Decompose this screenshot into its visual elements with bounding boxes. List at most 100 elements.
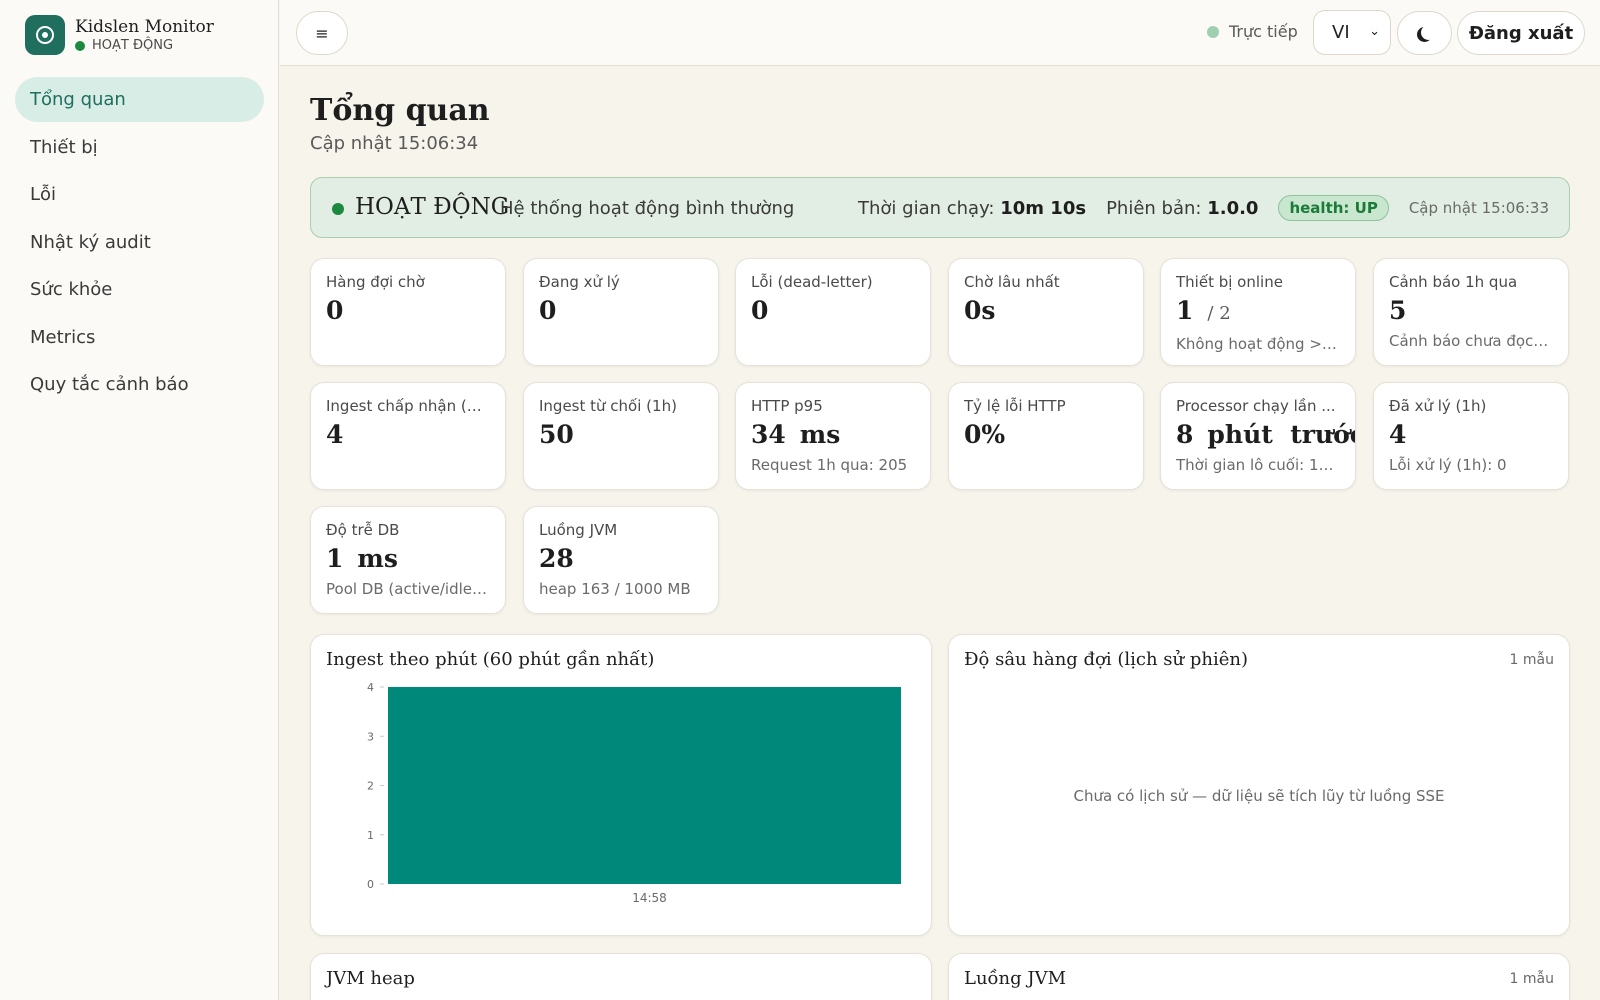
metric-value: 0	[326, 296, 344, 325]
metric-label: Cảnh báo 1h qua	[1389, 273, 1518, 291]
metric-sub: heap 163 / 1000 MB	[539, 580, 691, 598]
app-logo-icon	[25, 15, 65, 55]
metric-card-alerts-1h: Cảnh báo 1h qua 5 Cảnh báo chưa đọc: ...	[1373, 258, 1569, 366]
metric-value: 0	[751, 296, 769, 325]
metric-card-ingest-rejected: Ingest từ chối (1h) 50	[523, 382, 719, 490]
metric-value: 34 ms	[751, 420, 915, 450]
logout-button[interactable]: Đăng xuất	[1457, 11, 1585, 55]
metric-label: Đã xử lý (1h)	[1389, 397, 1487, 415]
uptime-value: 10m 10s	[1000, 197, 1087, 219]
moon-icon	[1421, 25, 1436, 40]
metric-card-longest-wait: Chờ lâu nhất 0s	[948, 258, 1144, 366]
sidebar-item-devices[interactable]: Thiết bị	[15, 125, 264, 170]
metric-value: 28	[539, 544, 574, 573]
metric-sub: Lỗi xử lý (1h): 0	[1389, 456, 1507, 474]
uptime-label: Thời gian chạy:	[858, 197, 995, 219]
metric-label: Ingest chấp nhận (1h)	[326, 397, 490, 415]
metric-value: 50	[539, 420, 574, 449]
brand[interactable]: Kidslen Monitor HOẠT ĐỘNG	[25, 15, 214, 55]
theme-toggle-button[interactable]	[1397, 11, 1452, 55]
metric-value: 1 ms	[326, 544, 490, 574]
sidebar-item-alert-rules[interactable]: Quy tắc cảnh báo	[15, 362, 264, 407]
metric-label: Tỷ lệ lỗi HTTP	[964, 397, 1066, 415]
metric-value: 8 phút trước	[1176, 420, 1355, 450]
metric-sub: Pool DB (active/idle)...	[326, 580, 490, 598]
http-p95-unit: ms	[799, 420, 841, 449]
panel-title: JVM heap	[326, 968, 415, 989]
system-status-banner: HOẠT ĐỘNG Hệ thống hoạt động bình thường…	[310, 177, 1570, 238]
metric-label: Hàng đợi chờ	[326, 273, 425, 291]
metric-sub: Cảnh báo chưa đọc: ...	[1389, 332, 1553, 350]
menu-toggle-button[interactable]: ≡	[296, 11, 348, 55]
app-status-label: HOẠT ĐỘNG	[92, 38, 174, 53]
status-updated-time: Cập nhật 15:06:33	[1408, 199, 1549, 217]
sample-count: 1 mẫu	[1509, 652, 1554, 668]
metric-card-devices-online: Thiết bị online 1 / 2 Không hoạt động > 2…	[1160, 258, 1356, 366]
metric-value: 0%	[964, 420, 1006, 449]
jvm-heap-panel: JVM heap	[310, 953, 932, 1000]
metric-card-pending-queue: Hàng đợi chờ 0	[310, 258, 506, 366]
metric-value: 4	[326, 420, 344, 449]
metric-value: 1 / 2	[1176, 296, 1340, 329]
page-title: Tổng quan	[310, 93, 490, 128]
metric-card-http-error-rate: Tỷ lệ lỗi HTTP 0%	[948, 382, 1144, 490]
live-indicator: Trực tiếp	[1207, 22, 1298, 41]
metric-card-ingest-accepted: Ingest chấp nhận (1h) 4	[310, 382, 506, 490]
app-status: HOẠT ĐỘNG	[75, 38, 214, 53]
metric-label: Processor chạy lần ...	[1176, 397, 1336, 415]
status-dot-icon	[75, 40, 85, 51]
db-latency-unit: ms	[357, 544, 398, 573]
sidebar-item-audit-log[interactable]: Nhật ký audit	[15, 220, 264, 265]
queue-depth-panel: Độ sâu hàng đợi (lịch sử phiên) 1 mẫu Ch…	[948, 634, 1570, 936]
panel-title: Luồng JVM	[964, 968, 1067, 989]
metric-card-db-latency: Độ trễ DB 1 ms Pool DB (active/idle)...	[310, 506, 506, 614]
metric-sub: Thời gian lô cuối: 130...	[1176, 456, 1340, 474]
sidebar-nav: Tổng quan Thiết bị Lỗi Nhật ký audit Sức…	[15, 77, 264, 410]
chart-bar	[388, 687, 901, 884]
metric-sub: Không hoạt động > 2...	[1176, 335, 1340, 353]
metric-label: Ingest từ chối (1h)	[539, 397, 677, 415]
sidebar-item-health[interactable]: Sức khỏe	[15, 267, 264, 312]
metric-card-http-p95: HTTP p95 34 ms Request 1h qua: 205	[735, 382, 931, 490]
metric-card-jvm-threads: Luồng JVM 28 heap 163 / 1000 MB	[523, 506, 719, 614]
ingest-per-minute-panel: Ingest theo phút (60 phút gần nhất) 0123…	[310, 634, 932, 936]
y-tick-label: 4	[367, 681, 374, 694]
sidebar: Kidslen Monitor HOẠT ĐỘNG Tổng quan Thiế…	[0, 0, 279, 1000]
processor-last-run-unit: phút trước	[1207, 420, 1356, 449]
live-label: Trực tiếp	[1229, 22, 1298, 41]
topbar: ≡ Trực tiếp VI ⌄ Đăng xuất	[280, 0, 1600, 66]
language-value: VI	[1332, 22, 1350, 43]
ingest-bar-chart: 0 1 2 3 4 14:58	[367, 681, 901, 905]
health-badge: health: UP	[1278, 195, 1389, 221]
hamburger-icon: ≡	[315, 23, 329, 43]
status-dot-icon	[332, 203, 344, 215]
metric-label: Độ trễ DB	[326, 521, 400, 539]
http-p95-value: 34	[751, 420, 786, 449]
metric-value: 0	[539, 296, 557, 325]
metric-label: Lỗi (dead-letter)	[751, 273, 873, 291]
metric-label: Luồng JVM	[539, 521, 618, 539]
page-updated-time: Cập nhật 15:06:34	[310, 133, 479, 154]
metric-card-processing: Đang xử lý 0	[523, 258, 719, 366]
sample-count: 1 mẫu	[1509, 971, 1554, 987]
sidebar-item-errors[interactable]: Lỗi	[15, 172, 264, 217]
chevron-down-icon: ⌄	[1369, 24, 1380, 39]
sidebar-item-metrics[interactable]: Metrics	[15, 315, 264, 360]
system-status-message: Hệ thống hoạt động bình thường	[500, 198, 795, 219]
y-tick-label: 2	[367, 780, 374, 793]
app-name: Kidslen Monitor	[75, 17, 214, 37]
metric-value: 5	[1389, 296, 1407, 325]
metric-card-processor-last-run: Processor chạy lần ... 8 phút trước Thời …	[1160, 382, 1356, 490]
sidebar-item-overview[interactable]: Tổng quan	[15, 77, 264, 122]
y-tick-label: 1	[367, 829, 374, 842]
metric-card-processed-1h: Đã xử lý (1h) 4 Lỗi xử lý (1h): 0	[1373, 382, 1569, 490]
live-dot-icon	[1207, 25, 1219, 38]
language-select[interactable]: VI ⌄	[1313, 10, 1391, 55]
db-latency-value: 1	[326, 544, 344, 573]
processor-last-run-value: 8	[1176, 420, 1194, 449]
panel-title: Độ sâu hàng đợi (lịch sử phiên)	[964, 649, 1248, 670]
devices-total: / 2	[1207, 303, 1231, 324]
empty-state-message: Chưa có lịch sử — dữ liệu sẽ tích lũy từ…	[1073, 787, 1445, 805]
metric-label: Thiết bị online	[1176, 273, 1283, 291]
x-tick-label: 14:58	[632, 891, 667, 905]
